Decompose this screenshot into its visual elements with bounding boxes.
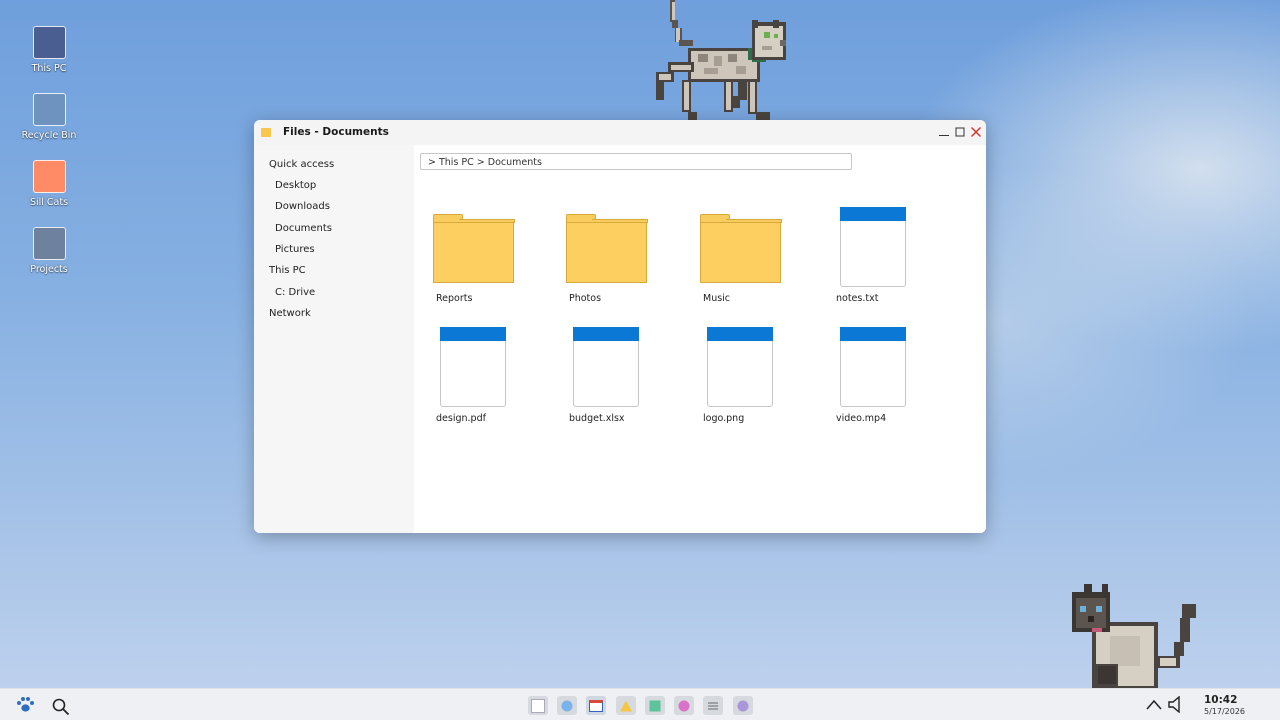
close-button[interactable]: [969, 125, 983, 139]
document-icon: [707, 327, 773, 407]
blue-circle-app-icon: [561, 700, 573, 711]
folder-icon: [566, 214, 648, 283]
title-bar[interactable]: Files - Documents: [254, 120, 986, 145]
clock-date[interactable]: 5/17/2026: [1204, 707, 1245, 716]
purple-circle-app-icon: [737, 700, 749, 711]
projects-icon: [32, 227, 66, 260]
sitting-cat-sprite[interactable]: [1070, 584, 1200, 688]
folder-item-music[interactable]: Music: [700, 207, 810, 312]
file-list-area: > This PC > Documents Reports Photos Mus…: [414, 145, 986, 533]
sidebar-item-downloads[interactable]: Downloads: [275, 201, 330, 212]
sidebar-item-quick-access[interactable]: Quick access: [269, 159, 334, 170]
volume-icon[interactable]: [1167, 696, 1185, 713]
file-item-logo-png[interactable]: logo.png: [700, 327, 810, 432]
item-label: logo.png: [703, 413, 745, 424]
window-app-icon: [531, 698, 545, 713]
desktop-icon-this-pc[interactable]: This PC: [14, 26, 84, 74]
address-bar[interactable]: > This PC > Documents: [420, 153, 852, 170]
folder-item-reports[interactable]: Reports: [433, 207, 543, 312]
desktop-icon-projects[interactable]: Projects: [14, 227, 84, 275]
item-label: design.pdf: [436, 413, 486, 424]
item-label: Reports: [436, 293, 473, 304]
taskbar-app-yellow[interactable]: [616, 696, 636, 715]
desktop-icon-label: Sill Cats: [29, 197, 69, 208]
taskbar-app-calendar[interactable]: [586, 696, 606, 715]
taskbar: 10:42 5/17/2026: [0, 688, 1280, 720]
search-icon[interactable]: [51, 697, 71, 717]
document-icon: [440, 327, 506, 407]
desktop-icon-recycle-bin[interactable]: Recycle Bin: [14, 93, 84, 141]
desktop-icon-label: Projects: [30, 264, 68, 275]
this-pc-icon: [32, 26, 66, 59]
maximize-button[interactable]: [953, 125, 967, 139]
sidebar-item-desktop[interactable]: Desktop: [275, 180, 316, 191]
sidebar-item-network[interactable]: Network: [269, 308, 311, 319]
file-item-design-pdf[interactable]: design.pdf: [433, 327, 543, 432]
minimize-button[interactable]: [937, 125, 951, 139]
item-label: Music: [703, 293, 731, 304]
file-item-notes-txt[interactable]: notes.txt: [833, 207, 943, 312]
window-title: Files - Documents: [283, 126, 389, 138]
taskbar-app-purple[interactable]: [733, 696, 753, 715]
item-label: video.mp4: [836, 413, 887, 424]
taskbar-app-notes[interactable]: [703, 696, 723, 715]
taskbar-app-window[interactable]: [528, 696, 548, 715]
paw-start-icon[interactable]: [15, 696, 35, 714]
item-label: notes.txt: [836, 293, 879, 304]
folder-icon: [433, 214, 515, 283]
desktop-icon-label: Recycle Bin: [21, 130, 77, 141]
desktop-icon-label: This PC: [31, 63, 67, 74]
sidebar-item-documents[interactable]: Documents: [275, 223, 332, 234]
file-explorer-window: Files - Documents Quick access Desktop D…: [254, 120, 986, 533]
navigation-sidebar: Quick access Desktop Downloads Documents…: [254, 145, 414, 533]
file-item-video-mp4[interactable]: video.mp4: [833, 327, 943, 432]
sidebar-item-this-pc[interactable]: This PC: [269, 265, 306, 276]
notes-app-icon: [708, 702, 718, 709]
folder-app-icon: [261, 128, 271, 137]
document-icon: [840, 327, 906, 407]
item-label: Photos: [569, 293, 602, 304]
walking-cat-sprite[interactable]: [652, 0, 788, 124]
chevron-up-icon[interactable]: [1145, 698, 1163, 712]
folder-item-photos[interactable]: Photos: [566, 207, 676, 312]
calendar-app-icon: [589, 699, 603, 712]
desktop: This PC Recycle Bin Sill Cats Projects F…: [0, 0, 1280, 720]
document-icon: [840, 207, 906, 287]
file-item-budget-xlsx[interactable]: budget.xlsx: [566, 327, 676, 432]
desktop-icon-sill-cats[interactable]: Sill Cats: [14, 160, 84, 208]
yellow-triangle-app-icon: [620, 700, 632, 711]
sill-cats-icon: [32, 160, 66, 193]
taskbar-app-pink[interactable]: [674, 696, 694, 715]
taskbar-app-blue[interactable]: [557, 696, 577, 715]
recycle-bin-icon: [32, 93, 66, 126]
sidebar-item-pictures[interactable]: Pictures: [275, 244, 315, 255]
sidebar-item-c-drive[interactable]: C: Drive: [275, 287, 315, 298]
item-label: budget.xlsx: [569, 413, 625, 424]
green-square-app-icon: [649, 700, 661, 711]
document-icon: [573, 327, 639, 407]
clock-time[interactable]: 10:42: [1204, 694, 1237, 706]
pink-circle-app-icon: [678, 700, 690, 711]
taskbar-app-green[interactable]: [645, 696, 665, 715]
folder-icon: [700, 214, 782, 283]
